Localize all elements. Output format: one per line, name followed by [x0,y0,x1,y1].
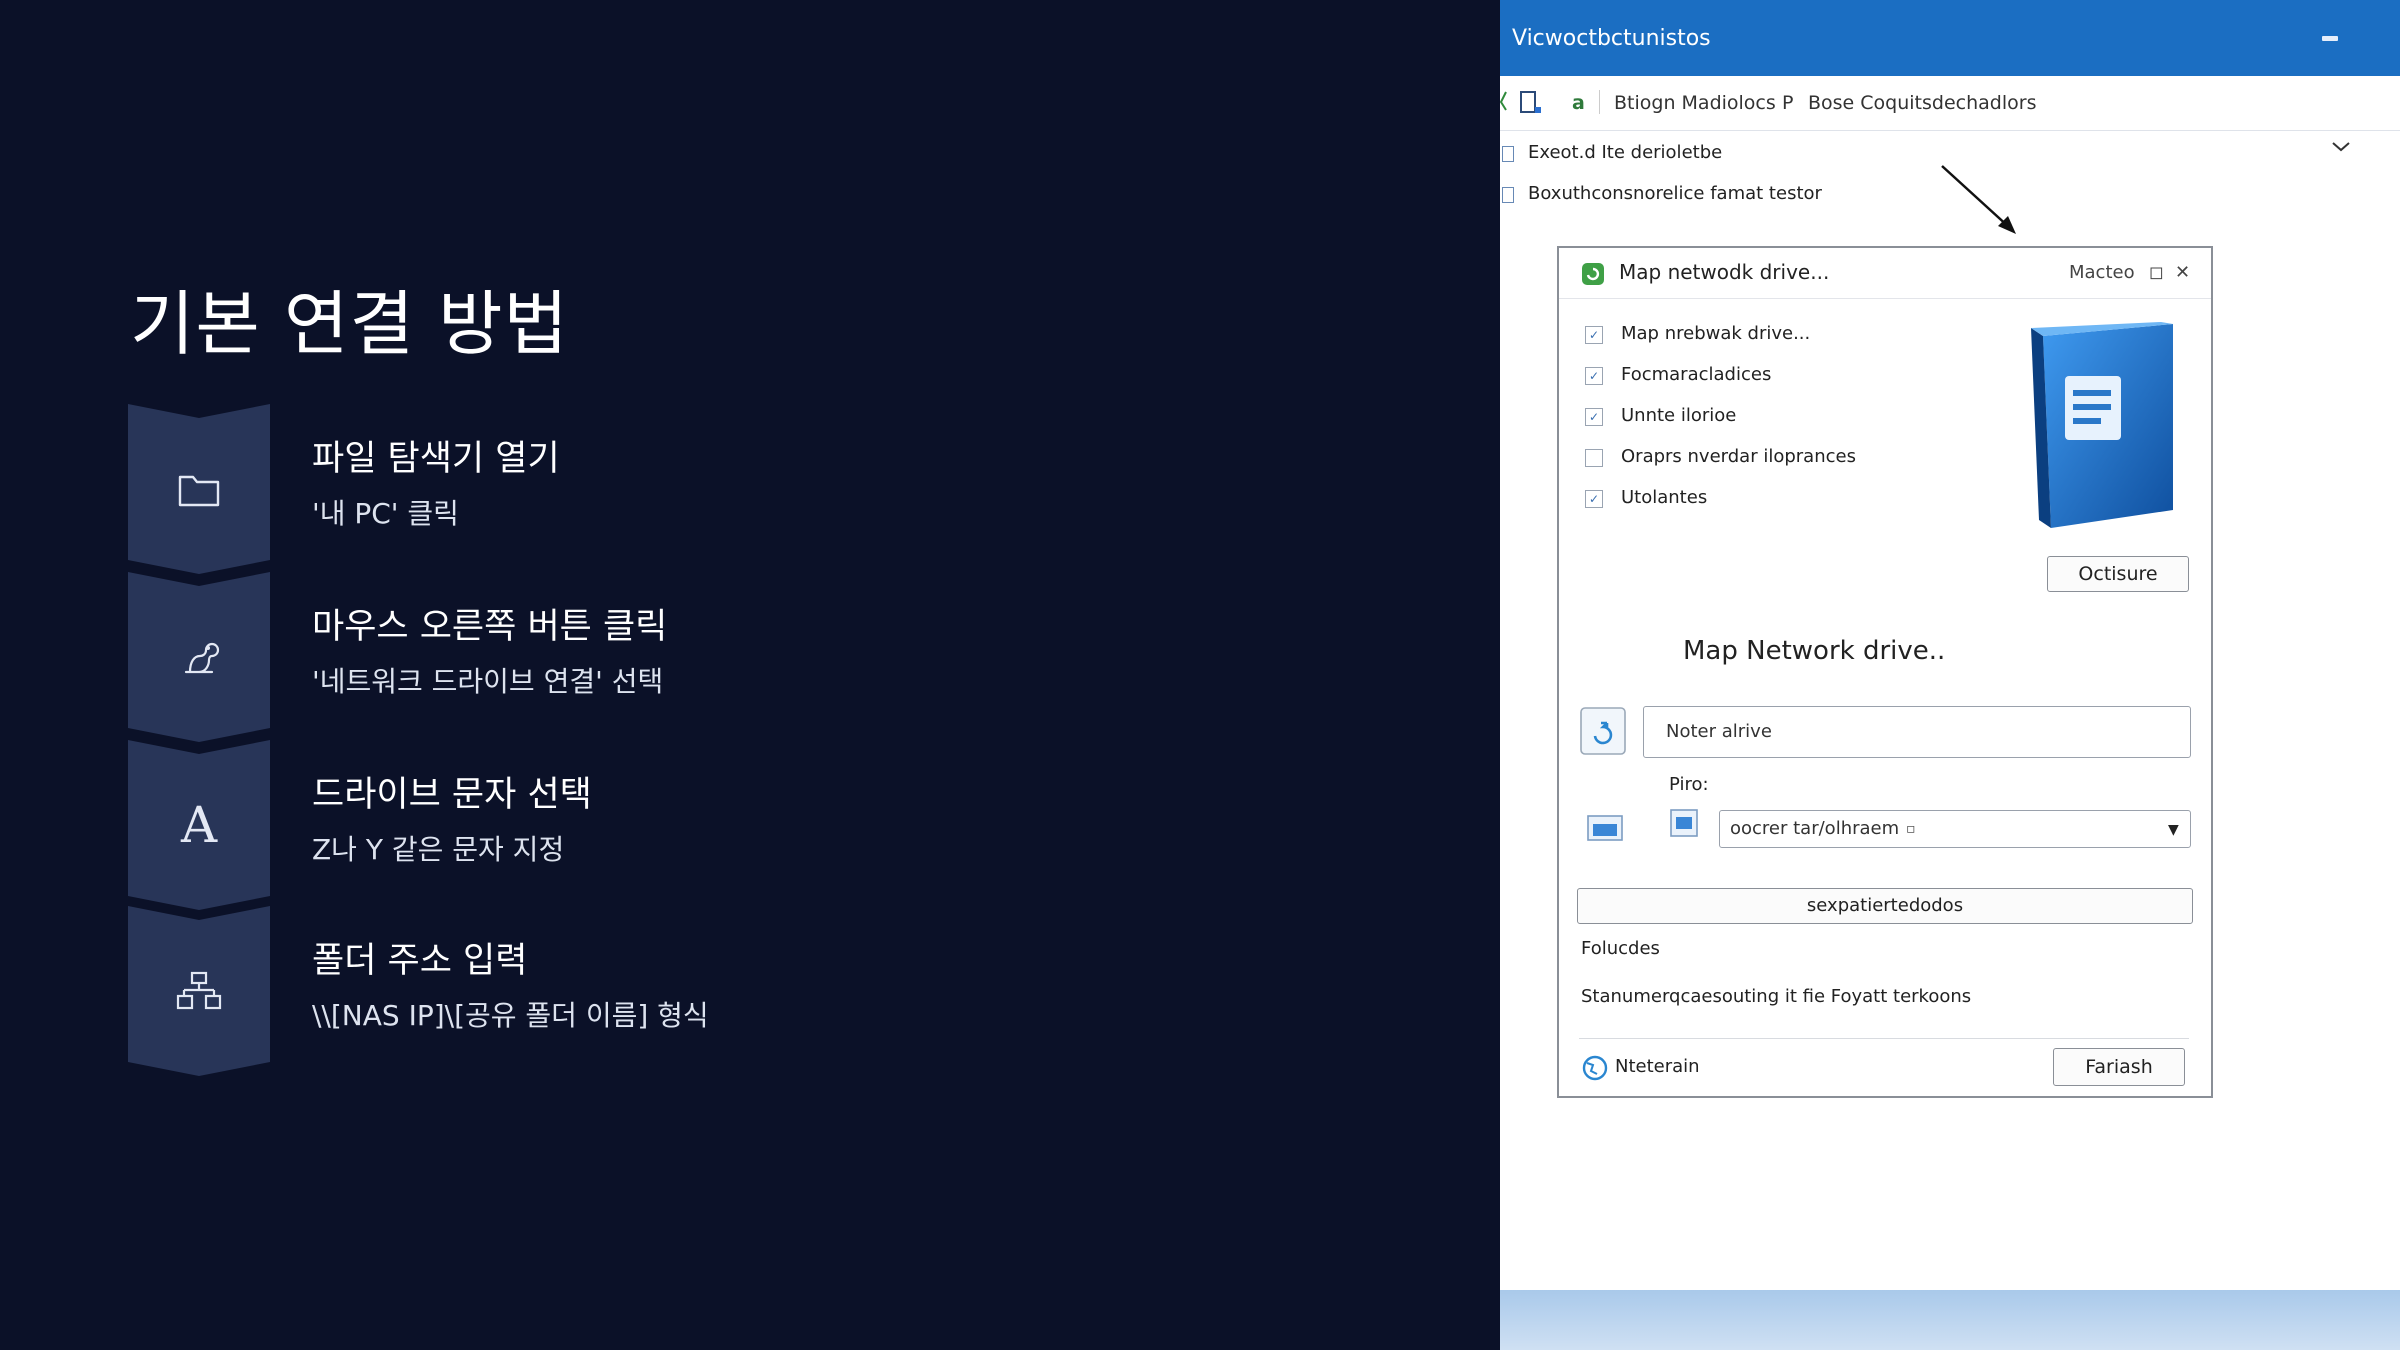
step-title: 파일 탐색기 열기 [312,439,560,479]
footer-link[interactable]: Nteterain [1615,1056,1700,1077]
checkbox-label: Oraprs nverdar iloprances [1621,446,1856,467]
network-icon [128,906,270,1076]
checkbox-label: Unnte ilorioe [1621,405,1737,426]
checkbox[interactable]: ✓ [1585,490,1603,508]
path-select-value: oocrer tar/olhraem [1730,818,1900,839]
checkbox[interactable] [1585,449,1603,467]
options-button[interactable]: Octisure [2047,556,2189,592]
step-desc: Z나 Y 같은 문자 지정 [312,833,565,866]
mouse-click-icon [128,572,270,742]
step-folder-address: 폴더 주소 입력 \\[NAS IP]\[공유 폴더 이름] 형식 [128,906,1028,1076]
step-title: 마우스 오른쪽 버튼 클릭 [312,607,668,647]
dropdown-arrow-icon[interactable]: ▼ [2168,812,2179,848]
path-select-square-icon: ▫ [1906,821,1916,837]
step-right-click: 마우스 오른쪽 버튼 클릭 '네트워크 드라이브 연결' 선택 [128,572,1028,742]
step-drive-letter: A 드라이브 문자 선택 Z나 Y 같은 문자 지정 [128,740,1028,910]
dialog-control-label[interactable]: Macteo [2069,262,2135,283]
step-desc: \\[NAS IP]\[공유 폴더 이름] 형식 [312,999,709,1032]
pointer-arrow-icon [1941,165,2016,234]
document-file-icon [2031,322,2173,528]
step-desc: '내 PC' 클릭 [312,497,459,530]
explorer-window: Vicwoctbctunistos a Btiogn Madiolocs P B… [1500,0,2400,1350]
folder-path-icon [1670,809,1698,837]
browse-button[interactable]: sexpatiertedodos [1577,888,2193,924]
dialog-divider [1579,1038,2189,1039]
path-label: Piro: [1669,774,1709,795]
dialog-header: Map netwodk drive... Macteo ◻ ✕ [1559,248,2211,299]
drive-app-icon [1582,263,1604,285]
step-title: 드라이브 문자 선택 [312,775,592,815]
checkbox-label: Utolantes [1621,487,1708,508]
restore-button[interactable]: ◻ [2149,262,2164,283]
checkbox[interactable]: ✓ [1585,367,1603,385]
checkbox[interactable]: ✓ [1585,326,1603,344]
drive-link-icon[interactable] [1579,706,1627,756]
slide-title: 기본 연결 방법 [130,283,569,365]
dialog-title: Map netwodk drive... [1619,260,1830,284]
checkbox-label: Focmaracladices [1621,364,1772,385]
close-button[interactable]: ✕ [2175,262,2190,283]
step-open-explorer: 파일 탐색기 열기 '내 PC' 클릭 [128,404,1028,574]
drive-name-input[interactable]: Noter alrive [1643,706,2191,758]
path-select[interactable]: oocrer tar/olhraem ▫ ▼ [1719,810,2191,848]
letter-a-icon: A [128,740,270,910]
info-text: Stanumerqcaesouting it fie Foyatt terkoo… [1581,986,1972,1007]
folder-icon [128,404,270,574]
checkbox-label: Map nrebwak drive... [1621,323,1811,344]
step-title: 폴더 주소 입력 [312,941,528,981]
letter-a-glyph: A [180,796,218,854]
dialog-heading: Map Network drive.. [1683,636,1946,666]
taskbar-strip [1500,1290,2400,1350]
checkbox[interactable]: ✓ [1585,408,1603,426]
computer-icon [1587,815,1623,841]
map-drive-dialog: Map netwodk drive... Macteo ◻ ✕ ✓ Map nr… [1557,246,2213,1098]
step-desc: '네트워크 드라이브 연결' 선택 [312,665,664,698]
finish-button[interactable]: Fariash [2053,1048,2185,1086]
slide-panel: 기본 연결 방법 파일 탐색기 열기 '내 PC' 클릭 마우스 오른쪽 버튼 … [0,0,1500,1350]
folders-label: Folucdes [1581,938,1660,959]
network-globe-icon [1582,1055,1608,1081]
